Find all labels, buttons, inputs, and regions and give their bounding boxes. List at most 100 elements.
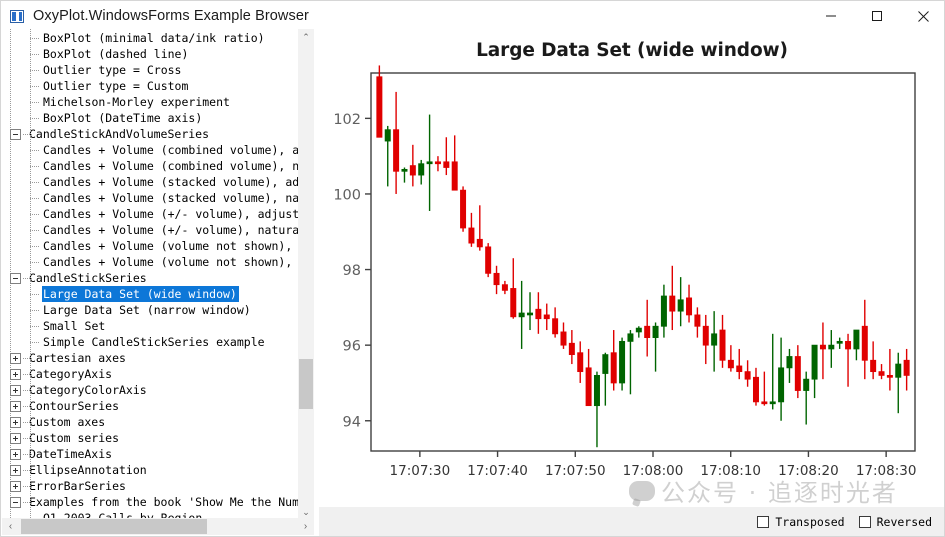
tree-connector <box>23 446 32 462</box>
expand-icon[interactable] <box>10 352 21 364</box>
tree-item[interactable]: Outlier type = Cross <box>2 62 298 78</box>
y-axis-tick-label: 96 <box>343 339 361 355</box>
tree-item[interactable]: Examples from the book 'Show Me the Numb… <box>2 494 298 510</box>
expand-icon[interactable] <box>10 368 21 380</box>
tree-item[interactable]: Small Set <box>2 318 298 334</box>
reversed-checkbox[interactable]: Reversed <box>858 514 932 529</box>
vertical-scrollbar-thumb[interactable] <box>299 359 313 409</box>
expand-icon[interactable] <box>10 384 21 396</box>
tree-item[interactable]: CandleStickSeries <box>2 270 298 286</box>
tree-item[interactable]: Candles + Volume (combined volume), adju… <box>2 142 298 158</box>
candle-body <box>619 340 626 384</box>
horizontal-scrollbar-thumb[interactable] <box>21 519 207 534</box>
expand-icon[interactable] <box>10 400 21 412</box>
tree-item[interactable]: Candles + Volume (stacked volume), adjus… <box>2 174 298 190</box>
close-button[interactable] <box>900 1 944 31</box>
application-window: OxyPlot.WindowsForms Example Browser Box… <box>0 0 945 537</box>
tree-item[interactable]: Candles + Volume (volume not shown), adj… <box>2 238 298 254</box>
tree-item[interactable]: BoxPlot (minimal data/ink ratio) <box>2 30 298 46</box>
transposed-checkbox[interactable]: Transposed <box>757 515 845 529</box>
tree-connector <box>30 62 42 78</box>
x-axis-tick-label: 17:07:50 <box>545 463 606 479</box>
candle-body <box>443 161 450 168</box>
tree-item-label: Large Data Set (narrow window) <box>43 303 251 317</box>
tree-connector <box>30 302 42 318</box>
tree-vertical-scrollbar[interactable]: ⌃ ⌄ <box>298 29 314 521</box>
reversed-checkbox-box[interactable] <box>858 515 871 528</box>
tree-item-label: Examples from the book 'Show Me the Numb… <box>29 495 298 509</box>
tree-item[interactable]: Candles + Volume (+/- volume), adjusting… <box>2 206 298 222</box>
expand-icon[interactable] <box>10 464 21 476</box>
tree-item[interactable]: CategoryColorAxis <box>2 382 298 398</box>
tree-item-label: Candles + Volume (+/- volume), adjusting… <box>43 207 298 221</box>
tree-item-selected[interactable]: Large Data Set (wide window) <box>2 286 298 302</box>
candle-body <box>602 354 609 374</box>
tree-item[interactable]: Custom series <box>2 430 298 446</box>
scroll-right-icon[interactable]: › <box>297 518 314 535</box>
tree-item[interactable]: Custom axes <box>2 414 298 430</box>
tree-item-label: EllipseAnnotation <box>29 463 147 477</box>
candle-body <box>560 331 567 346</box>
minimize-button[interactable] <box>808 1 854 31</box>
plot-panel[interactable]: Large Data Set (wide window) 94 96 98 100 10… <box>319 29 944 509</box>
example-tree[interactable]: BoxPlot (minimal data/ink ratio) BoxPlot … <box>2 30 298 521</box>
tree-item-label: ErrorBarSeries <box>29 479 126 493</box>
tree-item[interactable]: CandleStickAndVolumeSeries <box>2 126 298 142</box>
scroll-left-icon[interactable]: ‹ <box>2 518 19 535</box>
tree-item[interactable]: Large Data Set (narrow window) <box>2 302 298 318</box>
transposed-checkbox-box[interactable] <box>757 515 770 528</box>
tree-item-label: Custom axes <box>29 415 106 429</box>
collapse-icon[interactable] <box>10 128 21 140</box>
plot-options-bar: Transposed Reversed <box>319 507 944 536</box>
candle-body <box>535 308 542 320</box>
tree-connector <box>23 414 32 430</box>
candle-body <box>878 371 885 376</box>
maximize-button[interactable] <box>854 1 900 31</box>
expand-icon[interactable] <box>10 432 21 444</box>
candle-body <box>485 246 492 274</box>
tree-item[interactable]: BoxPlot (dashed line) <box>2 46 298 62</box>
reversed-label: Reversed <box>876 514 932 529</box>
tree-connector <box>30 94 42 110</box>
collapse-icon[interactable] <box>10 272 21 284</box>
tree-guide-line-2 <box>30 29 31 521</box>
expand-icon[interactable] <box>10 416 21 428</box>
candle-body <box>577 352 584 373</box>
tree-connector <box>23 478 32 494</box>
candle-body <box>451 161 458 191</box>
tree-horizontal-scrollbar[interactable]: ‹ › <box>2 518 314 535</box>
tree-item[interactable]: Michelson-Morley experiment <box>2 94 298 110</box>
tree-item[interactable]: Candles + Volume (volume not shown), nat… <box>2 254 298 270</box>
tree-item[interactable]: ContourSeries <box>2 398 298 414</box>
tree-item[interactable]: ErrorBarSeries <box>2 478 298 494</box>
candle-body <box>794 356 801 391</box>
tree-item[interactable]: Candles + Volume (combined volume), natu… <box>2 158 298 174</box>
tree-item[interactable]: Simple CandleStickSeries example <box>2 334 298 350</box>
tree-clip: BoxPlot (minimal data/ink ratio) BoxPlot … <box>2 29 298 521</box>
expand-icon[interactable] <box>10 480 21 492</box>
expand-icon[interactable] <box>10 448 21 460</box>
candle-body <box>744 371 751 380</box>
tree-item[interactable]: Cartesian axes <box>2 350 298 366</box>
x-axis-tick-label: 17:07:30 <box>390 463 451 479</box>
tree-connector <box>30 206 42 222</box>
tree-connector <box>30 30 42 46</box>
tree-item[interactable]: EllipseAnnotation <box>2 462 298 478</box>
tree-item[interactable]: Candles + Volume (stacked volume), natur… <box>2 190 298 206</box>
tree-item[interactable]: CategoryAxis <box>2 366 298 382</box>
candle-body <box>660 295 667 327</box>
tree-connector <box>30 318 42 334</box>
scroll-up-icon[interactable]: ⌃ <box>298 29 314 46</box>
tree-item[interactable]: Candles + Volume (+/- volume), natural Y… <box>2 222 298 238</box>
tree-item[interactable]: Outlier type = Custom <box>2 78 298 94</box>
tree-item[interactable]: DateTimeAxis <box>2 446 298 462</box>
collapse-icon[interactable] <box>10 496 21 508</box>
tree-connector <box>30 190 42 206</box>
tree-item[interactable]: BoxPlot (DateTime axis) <box>2 110 298 126</box>
